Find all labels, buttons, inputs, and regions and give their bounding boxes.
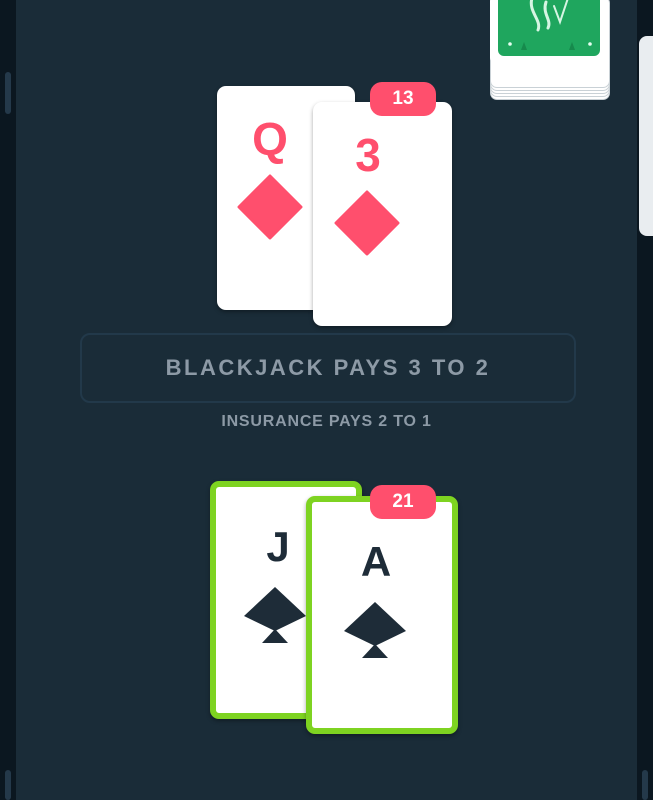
spade-icon <box>244 587 306 643</box>
diamond-icon <box>334 190 400 256</box>
card-rank: A <box>360 538 392 585</box>
spade-icon <box>344 602 406 658</box>
dealer-score-badge: 13 <box>370 82 436 116</box>
dealer-card-2: 3 <box>313 102 452 326</box>
card-rank: Q <box>252 113 288 165</box>
diamond-icon <box>237 174 303 240</box>
side-panel-tab[interactable] <box>639 36 653 236</box>
blackjack-payout-banner: BLACKJACK PAYS 3 TO 2 <box>80 333 576 403</box>
card-deck-icon <box>490 0 610 100</box>
left-edge <box>0 0 16 800</box>
player-card-2: A <box>306 496 458 734</box>
insurance-payout-text: INSURANCE PAYS 2 TO 1 <box>221 413 432 430</box>
player-score-badge: 21 <box>370 485 436 519</box>
deck-card-back <box>498 0 600 56</box>
card-rank: 3 <box>355 129 381 181</box>
deck-top-card <box>490 0 608 64</box>
